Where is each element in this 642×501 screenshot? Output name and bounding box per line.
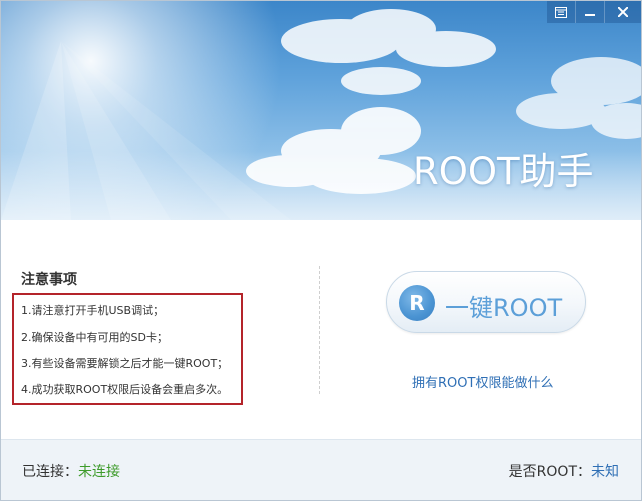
root-assistant-window: ROOT助手 注意事项 1.请注意打开手机USB调试； 2.确保设备中有可用的S… xyxy=(0,0,642,501)
root-status: 是否ROOT：未知 xyxy=(509,461,619,481)
skin-icon xyxy=(555,6,567,18)
app-title: ROOT助手 xyxy=(413,150,594,193)
skin-button[interactable] xyxy=(547,1,576,23)
note-item: 2.确保设备中有可用的SD卡； xyxy=(21,331,168,344)
minimize-icon xyxy=(585,14,595,16)
root-logo-icon: R xyxy=(399,285,435,321)
connection-value: 未连接 xyxy=(78,464,120,480)
note-item: 3.有些设备需要解锁之后才能一键ROOT； xyxy=(21,357,229,370)
note-item: 1.请注意打开手机USB调试； xyxy=(21,304,165,317)
root-logo-letter: R xyxy=(409,291,425,315)
connection-label: 已连接： xyxy=(22,464,78,480)
close-icon xyxy=(618,7,628,17)
close-button[interactable] xyxy=(605,1,641,23)
root-status-value: 未知 xyxy=(591,464,619,480)
root-benefits-link[interactable]: 拥有ROOT权限能做什么 xyxy=(412,372,553,391)
section-divider xyxy=(319,266,320,394)
notes-title: 注意事项 xyxy=(21,272,77,288)
root-status-label: 是否ROOT： xyxy=(508,464,591,480)
note-item: 4.成功获取ROOT权限后设备会重启多次。 xyxy=(21,383,229,396)
connection-status: 已连接：未连接 xyxy=(22,461,120,481)
one-click-root-button[interactable]: R 一键ROOT xyxy=(386,271,586,333)
root-button-label: 一键ROOT xyxy=(445,294,563,322)
status-bar: 已连接：未连接 是否ROOT：未知 xyxy=(1,439,641,500)
header-banner: ROOT助手 xyxy=(1,1,641,220)
minimize-button[interactable] xyxy=(576,1,605,23)
